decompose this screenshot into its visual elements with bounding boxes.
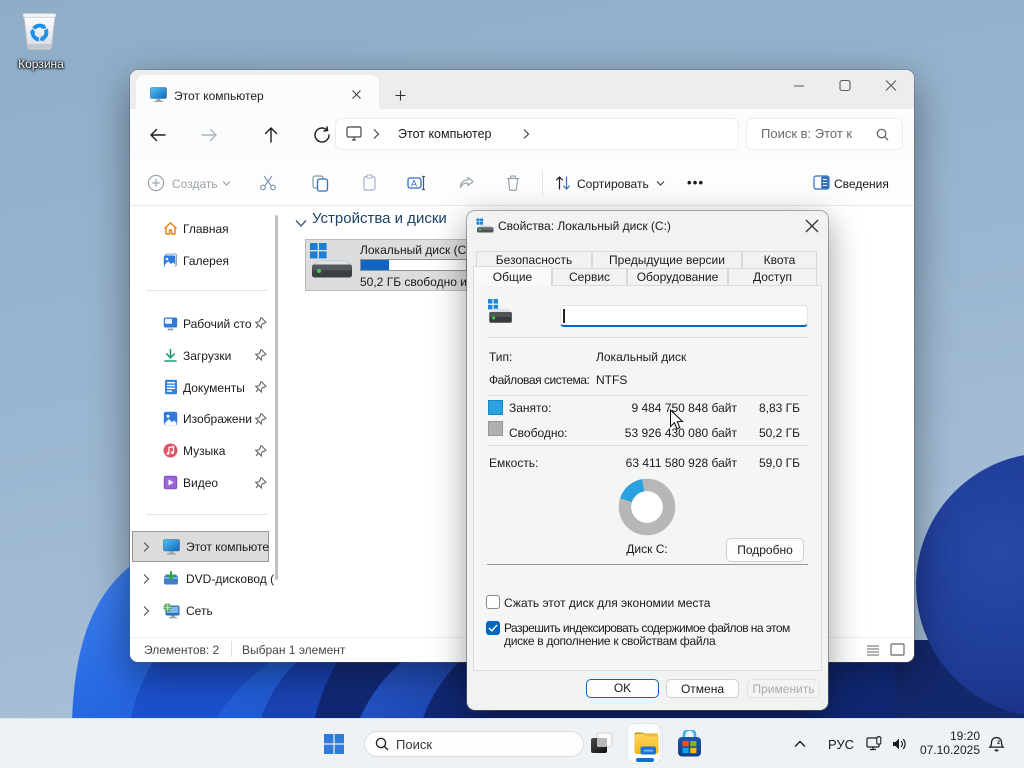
svg-text:A: A	[411, 179, 417, 189]
